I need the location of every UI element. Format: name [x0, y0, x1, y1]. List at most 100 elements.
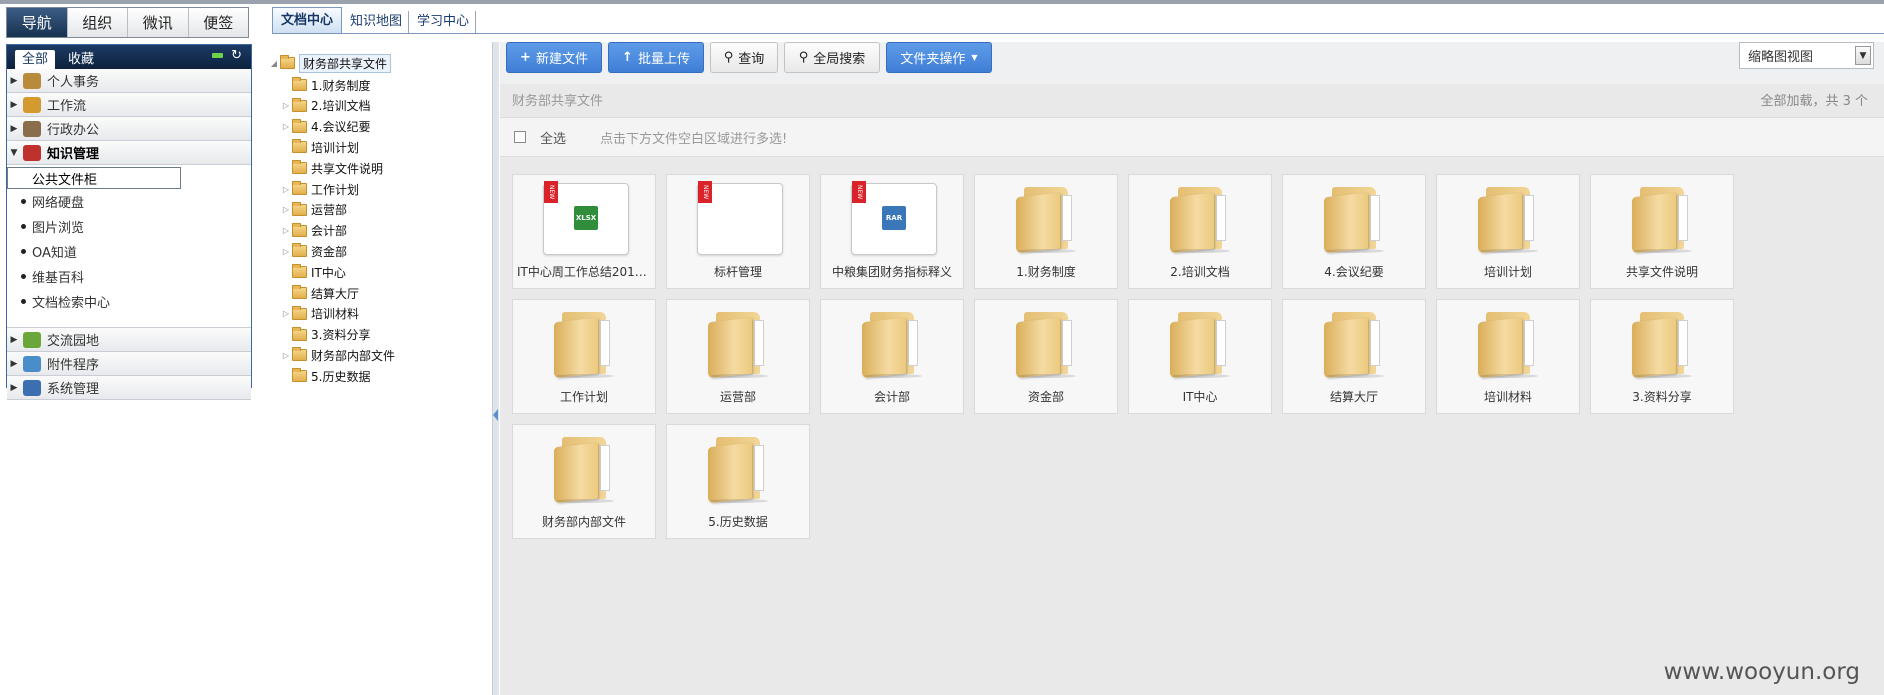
sub-item[interactable]: 图片浏览: [7, 214, 251, 239]
folder-tile[interactable]: IT中心: [1128, 299, 1272, 414]
folder-tile[interactable]: 培训计划: [1436, 174, 1580, 289]
excel-file-icon: XLSX: [574, 206, 598, 230]
folder-icon: [1016, 185, 1078, 254]
sub-item[interactable]: 维基百科: [7, 264, 251, 289]
nav-group-before-1[interactable]: ▶ 工作流: [7, 93, 251, 117]
tab-notes[interactable]: 便签: [188, 8, 248, 37]
folder-icon: [292, 97, 307, 112]
tree-node[interactable]: 结算大厅: [280, 283, 359, 303]
sub-item[interactable]: OA知道: [7, 239, 251, 264]
expand-arrow-icon[interactable]: ▷: [280, 122, 292, 131]
tile-label: 标杆管理: [713, 265, 762, 279]
tab-org[interactable]: 组织: [67, 8, 128, 37]
tree-node[interactable]: 培训计划: [280, 137, 359, 157]
tree-node-label: 共享文件说明: [311, 161, 384, 176]
nav-group-before-0[interactable]: ▶ 个人事务: [7, 69, 251, 93]
expand-arrow-icon[interactable]: ▷: [280, 247, 292, 256]
tree-node-label: 1.财务制度: [311, 78, 371, 93]
nav-panel: 全部 收藏 ↻ ▶ 个人事务 ▶ 工作流 ▶ 行政办公 ▼ 知识管理 公共文件柜 网络硬盘…: [6, 44, 252, 400]
tab-doc-center[interactable]: 文档中心: [272, 7, 343, 33]
expand-arrow-icon[interactable]: ▷: [280, 351, 292, 360]
folder-tile[interactable]: 会计部: [820, 299, 964, 414]
tree-node[interactable]: ▷ 工作计划: [280, 179, 359, 199]
tile-label: 工作计划: [559, 390, 608, 404]
tab-nav[interactable]: 导航: [7, 8, 68, 37]
sub-item[interactable]: 网络硬盘: [7, 189, 251, 214]
nav-group-after-2[interactable]: ▶ 系统管理: [7, 376, 251, 400]
folder-tile[interactable]: 工作计划: [512, 299, 656, 414]
nav-group-knowledge[interactable]: ▼ 知识管理: [7, 141, 251, 165]
tree-node[interactable]: ▷ 资金部: [280, 241, 347, 261]
expand-arrow-icon[interactable]: ▷: [280, 185, 292, 194]
subtab-all[interactable]: 全部: [15, 50, 56, 69]
new-file-button[interactable]: + 新建文件: [506, 42, 602, 73]
nav-group-after-1[interactable]: ▶ 附件程序: [7, 352, 251, 376]
tree-root[interactable]: ◢ 财务部共享文件: [268, 53, 392, 73]
view-mode-select[interactable]: 缩略图视图 ▼: [1739, 42, 1874, 69]
tree-node[interactable]: ▷ 4.会议纪要: [280, 117, 370, 137]
global-search-button[interactable]: ⚲ 全局搜索: [784, 42, 880, 73]
folder-tile[interactable]: 3.资料分享: [1590, 299, 1734, 414]
item-count: 全部加载，共 3 个: [1760, 93, 1868, 109]
folder-icon: [1478, 185, 1540, 254]
module-icon: [23, 96, 41, 113]
folder-tile[interactable]: 资金部: [974, 299, 1118, 414]
folder-icon: [292, 264, 307, 279]
tree-node[interactable]: ▷ 培训材料: [280, 304, 359, 324]
tree-node[interactable]: ▷ 会计部: [280, 221, 347, 241]
file-tile[interactable]: NEW RAR 中粮集团财务指标释义: [820, 174, 964, 289]
folder-tile[interactable]: 5.历史数据: [666, 424, 810, 539]
sub-item-public-cabinet[interactable]: 公共文件柜: [7, 167, 181, 189]
path-bar: 财务部共享文件 全部加载，共 3 个: [500, 84, 1884, 114]
document-icon: NEW XLSX: [543, 181, 629, 255]
tab-knowledge-map[interactable]: 知识地图: [344, 11, 410, 33]
folder-icon: [1016, 310, 1078, 379]
bullet-icon: [21, 299, 26, 304]
tree-node[interactable]: 5.历史数据: [280, 366, 370, 386]
folder-tile[interactable]: 1.财务制度: [974, 174, 1118, 289]
folder-tile[interactable]: 培训材料: [1436, 299, 1580, 414]
file-tile[interactable]: NEW 标杆管理: [666, 174, 810, 289]
query-button[interactable]: ⚲ 查询: [710, 42, 778, 73]
tree-node-label: 资金部: [311, 244, 348, 259]
expand-arrow-icon[interactable]: ▷: [280, 226, 292, 235]
folder-tile[interactable]: 结算大厅: [1282, 299, 1426, 414]
tile-label: IT中心: [1182, 390, 1218, 404]
subtab-favorites[interactable]: 收藏: [61, 50, 101, 69]
folder-tile[interactable]: 4.会议纪要: [1282, 174, 1426, 289]
collapse-arrow-icon[interactable]: [493, 409, 498, 421]
select-all-label[interactable]: 全选: [540, 128, 566, 147]
minimize-icon[interactable]: [212, 53, 223, 58]
expand-arrow-icon[interactable]: ▷: [280, 309, 292, 318]
select-all-checkbox[interactable]: [514, 131, 526, 143]
refresh-icon[interactable]: ↻: [231, 48, 242, 63]
tab-learning-center[interactable]: 学习中心: [411, 11, 477, 33]
tree-node[interactable]: ▷ 运营部: [280, 200, 347, 220]
tree-node[interactable]: 1.财务制度: [280, 75, 370, 95]
tree-node[interactable]: ▷ 财务部内部文件: [280, 345, 395, 365]
document-icon: NEW: [697, 181, 783, 255]
folder-tile[interactable]: 运营部: [666, 299, 810, 414]
file-tile[interactable]: NEW XLSX IT中心周工作总结2017...: [512, 174, 656, 289]
tree-node-label: 培训材料: [311, 307, 360, 322]
folder-icon: [554, 310, 616, 379]
module-icon: [23, 331, 41, 348]
tree-node[interactable]: IT中心: [280, 262, 346, 282]
tab-message[interactable]: 微讯: [128, 8, 189, 37]
nav-group-before-2[interactable]: ▶ 行政办公: [7, 117, 251, 141]
tree-node[interactable]: 共享文件说明: [280, 158, 383, 178]
sub-item[interactable]: 文档检索中心: [7, 289, 251, 314]
folder-tile[interactable]: 2.培训文档: [1128, 174, 1272, 289]
tree-node[interactable]: 3.资料分享: [280, 325, 370, 345]
search-icon: ⚲: [798, 50, 809, 65]
panel-splitter[interactable]: [493, 42, 499, 695]
batch-upload-button[interactable]: ↑ 批量上传: [608, 42, 704, 73]
module-icon: [23, 355, 41, 372]
folder-ops-dropdown[interactable]: 文件夹操作 ▼: [886, 42, 992, 73]
nav-group-after-0[interactable]: ▶ 交流园地: [7, 328, 251, 352]
folder-tile[interactable]: 财务部内部文件: [512, 424, 656, 539]
expand-arrow-icon[interactable]: ▷: [280, 205, 292, 214]
tree-node[interactable]: ▷ 2.培训文档: [280, 96, 370, 116]
expand-arrow-icon[interactable]: ▷: [280, 101, 292, 110]
folder-tile[interactable]: 共享文件说明: [1590, 174, 1734, 289]
